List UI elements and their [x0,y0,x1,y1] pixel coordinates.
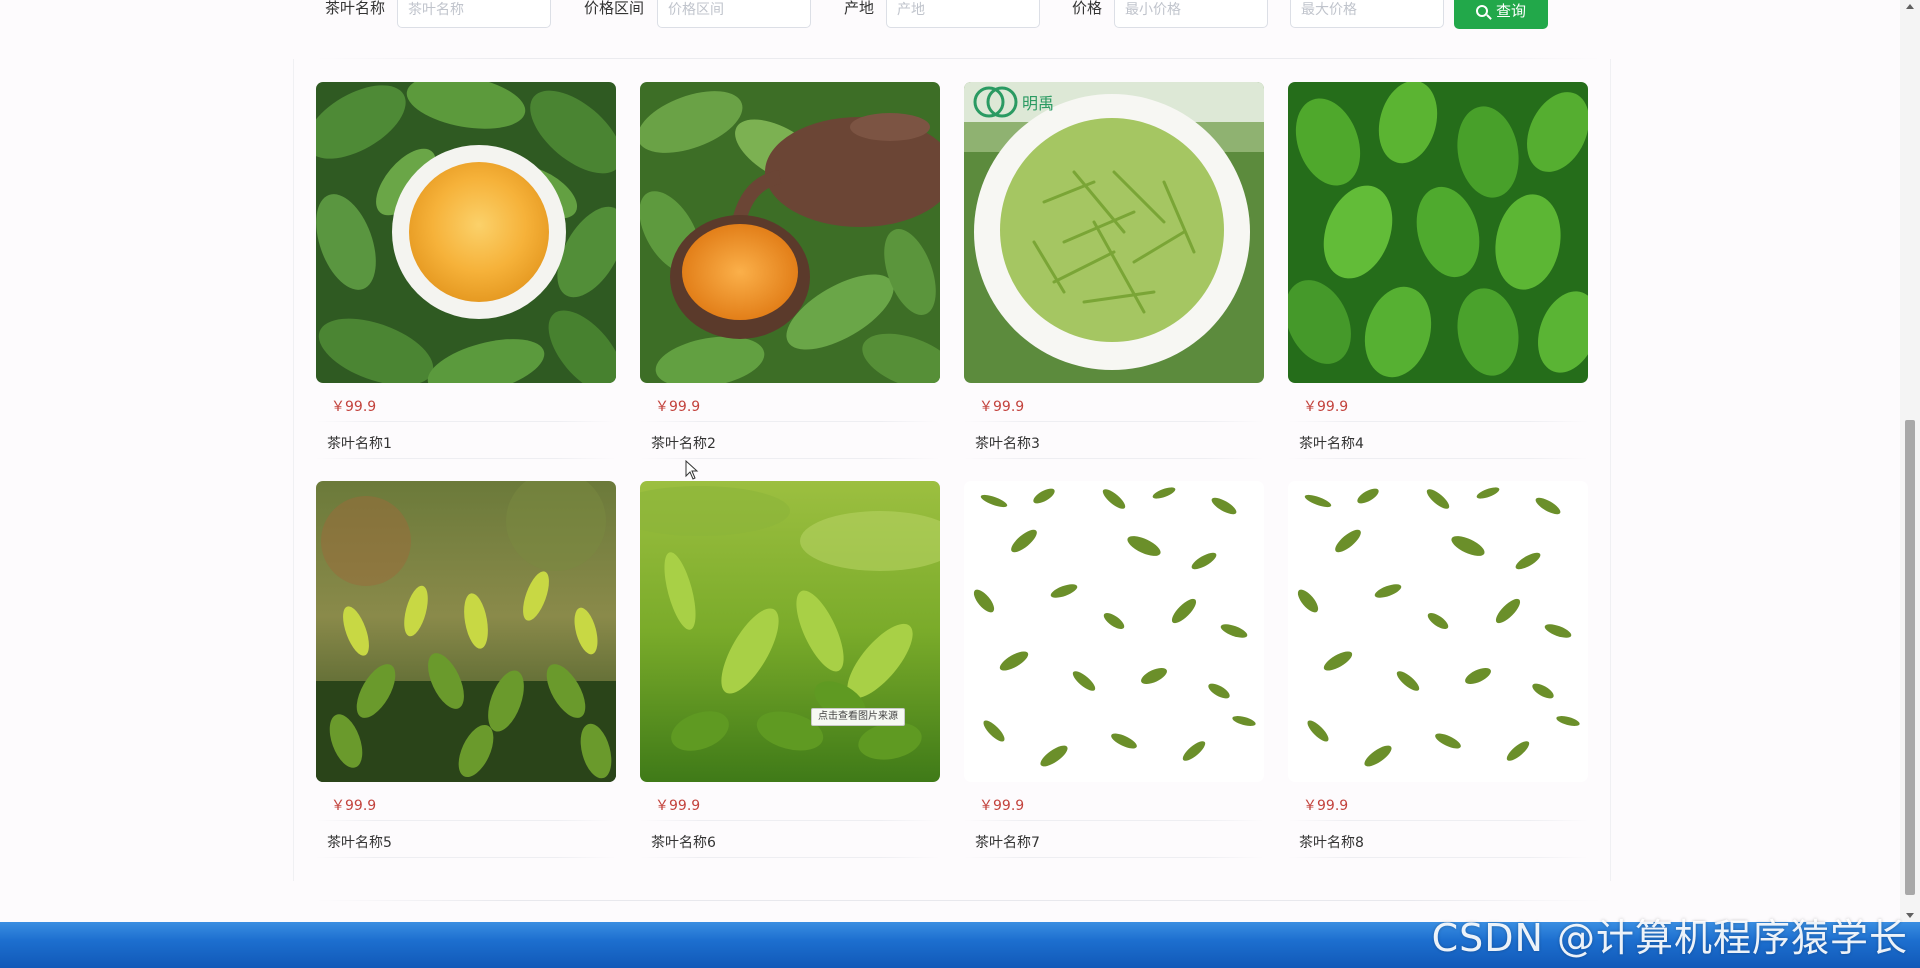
card-divider [1288,857,1588,858]
card-divider [640,458,940,459]
product-card-7[interactable]: ￥99.9 茶叶名称7 [964,481,1264,861]
product-card-3[interactable]: 明禹 ￥99.9 茶叶名称3 [964,82,1264,462]
product-price-1: ￥99.9 [331,399,377,415]
product-image-2[interactable] [640,82,940,383]
fresh-tea-shoots-icon [1288,82,1588,383]
product-card-2[interactable]: ￥99.9 茶叶名称2 [640,82,940,462]
product-price-5: ￥99.9 [331,798,377,814]
tea-bush-sprouts-icon [316,481,616,782]
card-divider [640,421,940,422]
product-name-2[interactable]: 茶叶名称2 [651,433,716,453]
product-name-8[interactable]: 茶叶名称8 [1299,832,1364,852]
card-divider [964,820,1264,821]
card-divider [640,857,940,858]
search-button-label: 查询 [1495,2,1526,20]
product-name-1[interactable]: 茶叶名称1 [327,433,392,453]
price-range-label: 价格区间 [584,0,645,17]
scroll-up-icon[interactable] [1906,4,1914,9]
green-tea-bowl-icon: 明禹 [964,82,1264,383]
tea-cup-on-leaves-icon [316,82,616,383]
product-name-7[interactable]: 茶叶名称7 [975,832,1040,852]
product-image-1[interactable] [316,82,616,383]
product-image-3[interactable]: 明禹 [964,82,1264,383]
product-image-6[interactable] [640,481,940,782]
card-divider [1288,458,1588,459]
origin-input[interactable] [886,0,1040,28]
min-price-input[interactable] [1114,0,1268,28]
card-divider [640,820,940,821]
product-card-8[interactable]: ￥99.9 茶叶名称8 [1288,481,1588,861]
card-divider [964,421,1264,422]
product-name-4[interactable]: 茶叶名称4 [1299,433,1364,453]
tea-name-input[interactable] [397,0,551,28]
mouse-cursor-icon [685,460,699,480]
price-range-input[interactable] [657,0,811,28]
product-card-5[interactable]: ￥99.9 茶叶名称5 [316,481,616,861]
product-price-4: ￥99.9 [1303,399,1349,415]
max-price-input[interactable] [1290,0,1444,28]
product-image-logo: 明禹 [1022,94,1054,113]
tea-garden-closeup-icon [640,481,940,782]
product-price-2: ￥99.9 [655,399,701,415]
search-icon [1475,4,1488,17]
scrollbar-thumb[interactable] [1905,420,1915,895]
vertical-scrollbar[interactable] [1900,0,1920,922]
product-image-5[interactable] [316,481,616,782]
product-image-4[interactable] [1288,82,1588,383]
flying-tea-leaves-icon [964,481,1264,782]
product-price-6: ￥99.9 [655,798,701,814]
product-card-4[interactable]: ￥99.9 茶叶名称4 [1288,82,1588,462]
card-divider [316,421,616,422]
footer-divider [316,900,1602,901]
tea-name-label: 茶叶名称 [325,0,386,17]
search-button[interactable]: 查询 [1454,0,1548,29]
product-price-7: ￥99.9 [979,798,1025,814]
product-image-8[interactable] [1288,481,1588,782]
product-name-6[interactable]: 茶叶名称6 [651,832,716,852]
product-name-5[interactable]: 茶叶名称5 [327,832,392,852]
teapot-pouring-tea-icon [640,82,940,383]
card-divider [964,857,1264,858]
product-card-6[interactable]: ￥99.9 茶叶名称6 [640,481,940,861]
price-label: 价格 [1072,0,1103,17]
watermark: CSDN @计算机程序猿学长 [1431,916,1908,960]
product-price-8: ￥99.9 [1303,798,1349,814]
image-source-tooltip[interactable]: 点击查看图片来源 [811,708,905,726]
product-price-3: ￥99.9 [979,399,1025,415]
product-card-1[interactable]: ￥99.9 茶叶名称1 [316,82,616,462]
card-divider [964,458,1264,459]
origin-label: 产地 [844,0,875,17]
product-image-7[interactable] [964,481,1264,782]
flying-tea-leaves-icon [1288,481,1588,782]
card-divider [316,820,616,821]
page-viewport: 茶叶名称 价格区间 产地 价格 查询 [0,0,1900,922]
card-divider [1288,421,1588,422]
card-divider [316,857,616,858]
search-bar: 茶叶名称 价格区间 产地 价格 查询 [320,0,1640,30]
card-divider [1288,820,1588,821]
product-name-3[interactable]: 茶叶名称3 [975,433,1040,453]
card-divider [316,458,616,459]
